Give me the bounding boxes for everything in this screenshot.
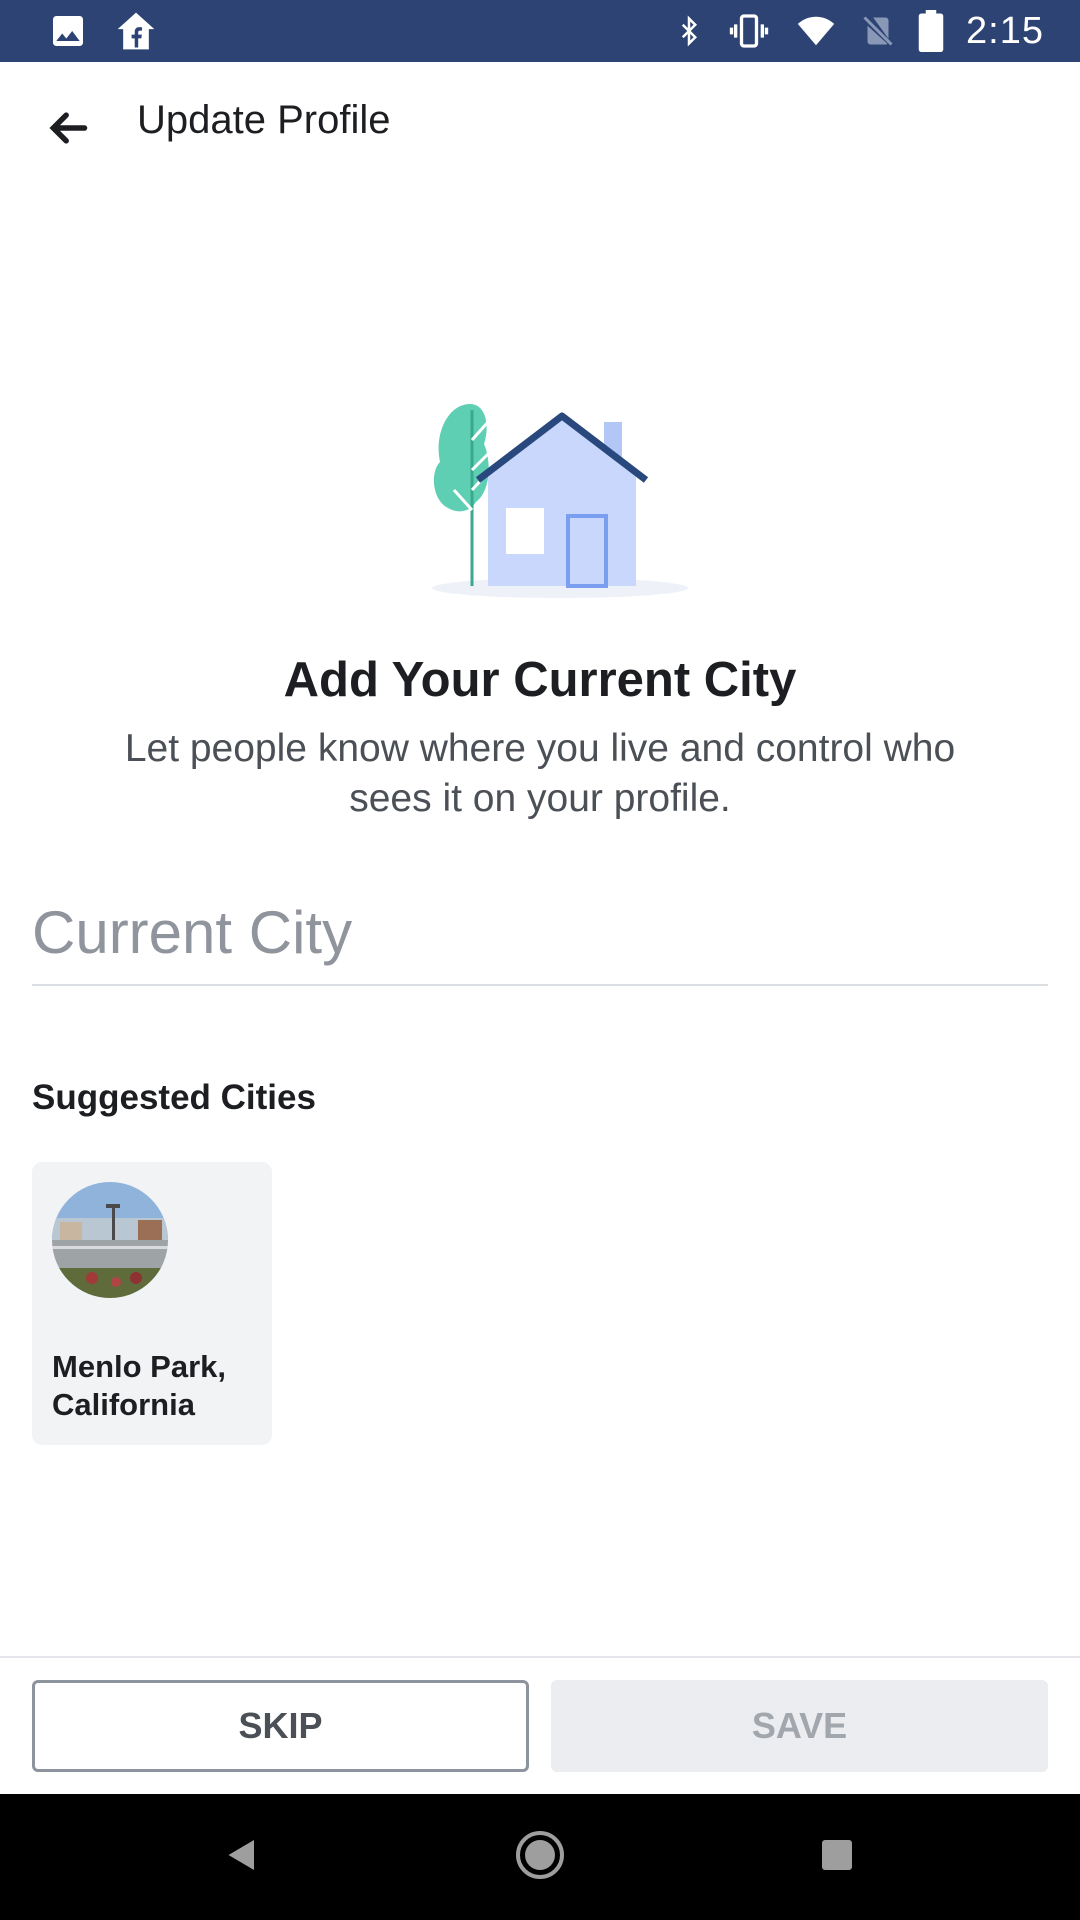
back-arrow-icon <box>44 106 92 155</box>
city-photo <box>52 1182 168 1298</box>
city-card-menlo-park[interactable]: Menlo Park, California <box>32 1162 272 1445</box>
nav-home-button[interactable] <box>510 1827 570 1887</box>
facebook-home-icon <box>114 8 158 54</box>
skip-button[interactable]: SKIP <box>32 1680 529 1772</box>
system-nav-bar <box>0 1794 1080 1920</box>
back-button[interactable] <box>36 98 100 162</box>
wifi-icon <box>794 12 838 50</box>
status-bar: 2:15 <box>0 0 1080 62</box>
battery-icon <box>918 10 944 52</box>
no-sim-icon <box>860 11 896 51</box>
nav-recents-button[interactable] <box>807 1827 867 1887</box>
suggested-cities-label: Suggested Cities <box>32 1078 316 1117</box>
page-title: Update Profile <box>137 98 391 142</box>
back-triangle-icon <box>224 1835 260 1880</box>
save-button[interactable]: SAVE <box>551 1680 1048 1772</box>
divider <box>0 1656 1080 1658</box>
city-name: Menlo Park, California <box>52 1349 226 1422</box>
image-icon <box>48 11 88 51</box>
subtext: Let people know where you live and contr… <box>124 727 956 820</box>
recents-square-icon <box>819 1837 855 1878</box>
current-city-field <box>32 880 1048 986</box>
nav-back-button[interactable] <box>212 1827 272 1887</box>
bluetooth-icon <box>674 11 704 51</box>
house-illustration <box>420 400 700 610</box>
vibrate-icon <box>726 11 772 51</box>
current-city-input[interactable] <box>32 880 1048 984</box>
home-circle-icon <box>514 1829 566 1886</box>
status-time: 2:15 <box>966 9 1044 52</box>
app-bar: Update Profile <box>0 62 1080 178</box>
headline: Add Your Current City <box>283 653 797 707</box>
